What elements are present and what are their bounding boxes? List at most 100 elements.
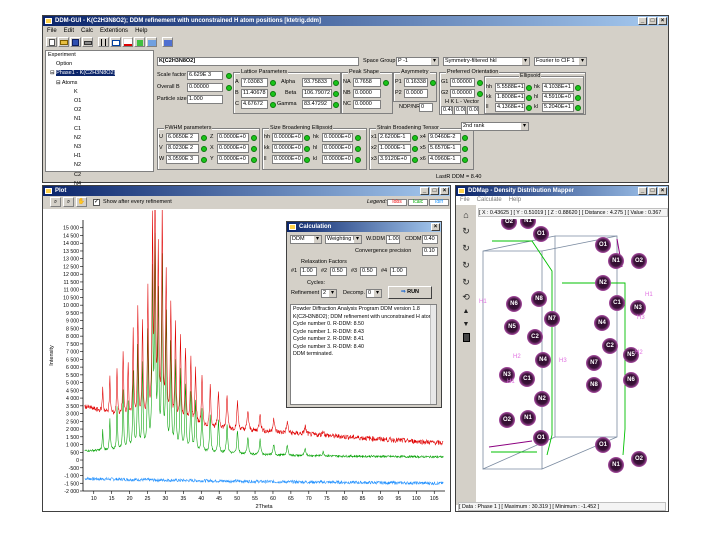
hl-input[interactable]: 4.5910E+0 xyxy=(542,93,574,102)
ll-input[interactable]: 4.1368E+1 xyxy=(495,103,525,112)
refine-flag-dot[interactable] xyxy=(412,146,418,152)
relax-2-input[interactable]: 0.50 xyxy=(330,267,347,276)
z-input[interactable]: 0.0000E+0 xyxy=(217,133,249,142)
lattice-c-input[interactable]: 4.67672 xyxy=(241,100,268,109)
zoom-in-button[interactable]: ⌕ xyxy=(50,197,61,207)
tree-item[interactable]: N3 xyxy=(48,143,153,152)
reset-icon[interactable]: ⟲ xyxy=(460,292,472,303)
y-input[interactable]: 0.0000E+0 xyxy=(217,155,249,164)
refine-flag-dot[interactable] xyxy=(304,157,310,163)
tree-item[interactable]: C1 xyxy=(48,125,153,134)
refine-flag-dot[interactable] xyxy=(270,91,276,97)
refine-flag-dot[interactable] xyxy=(412,135,418,141)
relax-4-input[interactable]: 1.00 xyxy=(390,267,407,276)
lattice-alpha-input[interactable]: 93.75833 xyxy=(302,78,332,87)
refine-flag-dot[interactable] xyxy=(304,135,310,141)
refine-flag-dot[interactable] xyxy=(430,80,436,86)
refine-flag-dot[interactable] xyxy=(333,102,339,108)
refine-flag-dot[interactable] xyxy=(383,80,389,86)
refine-flag-dot[interactable] xyxy=(226,85,232,91)
na-input[interactable]: 0.7658 xyxy=(353,78,381,87)
lattice-a-input[interactable]: 7.03083 xyxy=(241,78,268,87)
log-scrollbar[interactable] xyxy=(430,305,436,404)
tool-button-5[interactable] xyxy=(98,37,109,47)
relax-3-input[interactable]: 0.50 xyxy=(360,267,377,276)
atom-marker[interactable]: O1 xyxy=(595,437,611,453)
phase-name-field[interactable]: K[C2H3N8O2] xyxy=(157,57,359,66)
refine-flag-dot[interactable] xyxy=(526,85,532,91)
refinement-cycles-select[interactable]: 2 xyxy=(321,289,337,298)
size-hl-input[interactable]: 0.0000E+0 xyxy=(322,144,353,153)
k-vector-input[interactable]: 0.00 xyxy=(454,106,466,115)
convergence-input[interactable]: 0.10 xyxy=(422,247,438,256)
g2-input[interactable]: 0.00000 xyxy=(450,89,475,98)
atom-marker[interactable]: N2 xyxy=(534,391,550,407)
cddm-input[interactable]: 0.40 xyxy=(422,235,438,244)
symmetry-mode-select[interactable]: Symmetry-filtered hkl xyxy=(443,57,530,66)
menu-file[interactable]: File xyxy=(460,197,470,203)
arrow-up-icon[interactable]: ▲ xyxy=(460,306,472,317)
atom-marker[interactable]: N1 xyxy=(608,457,624,473)
tool-button-8[interactable] xyxy=(134,37,145,47)
atom-marker[interactable]: N1 xyxy=(520,410,536,426)
refine-flag-dot[interactable] xyxy=(201,146,207,152)
atom-marker[interactable]: N8 xyxy=(531,291,547,307)
strain-x5-input[interactable]: 5.6570E-1 xyxy=(428,144,461,153)
u-input[interactable]: 6.0650E 2 xyxy=(166,133,199,142)
atom-marker[interactable]: C1 xyxy=(519,371,535,387)
kk-input[interactable]: 1.8008E+1 xyxy=(495,93,525,102)
menu-help[interactable]: Help xyxy=(509,197,521,203)
strain-x4-input[interactable]: 9.0460E-2 xyxy=(428,133,461,142)
tree-item[interactable]: Experiment xyxy=(48,51,153,60)
atom-marker[interactable]: N5 xyxy=(504,319,520,335)
overall-b-input[interactable]: 0.00000 xyxy=(187,83,223,92)
tree-item[interactable]: C2 xyxy=(48,171,153,180)
atom-marker[interactable]: N4 xyxy=(535,352,551,368)
tree-item[interactable]: O1 xyxy=(48,97,153,106)
refine-flag-dot[interactable] xyxy=(526,95,532,101)
refine-flag-dot[interactable] xyxy=(477,80,483,86)
refine-flag-dot[interactable] xyxy=(201,157,207,163)
rotate-y-icon[interactable]: ↻ xyxy=(460,243,472,254)
menu-extentions[interactable]: Extentions xyxy=(100,28,128,34)
refine-flag-dot[interactable] xyxy=(575,85,581,91)
menu-help[interactable]: Help xyxy=(135,28,147,34)
size-kk-input[interactable]: 0.0000E+0 xyxy=(272,144,303,153)
space-group-select[interactable]: P -1 xyxy=(396,57,439,66)
atom-marker[interactable]: N3 xyxy=(630,300,646,316)
refine-flag-dot[interactable] xyxy=(462,135,468,141)
minimize-button[interactable]: _ xyxy=(638,187,647,195)
menu-calculate[interactable]: Calculate xyxy=(477,197,502,203)
atom-marker[interactable]: O1 xyxy=(533,430,549,446)
g1-input[interactable]: 0.00000 xyxy=(450,78,475,87)
x-input[interactable]: 0.0000E+0 xyxy=(217,144,249,153)
refine-flag-dot[interactable] xyxy=(477,91,483,97)
arrow-down-icon[interactable]: ▼ xyxy=(460,319,472,330)
atom-marker[interactable]: O2 xyxy=(499,412,515,428)
rotate-3d-icon[interactable]: ↻ xyxy=(460,277,472,288)
relax-1-input[interactable]: 1.00 xyxy=(300,267,317,276)
atom-marker[interactable]: O1 xyxy=(533,226,549,242)
atom-marker[interactable]: N8 xyxy=(586,377,602,393)
particle-size-input[interactable]: 1.000 xyxy=(187,95,223,104)
atom-marker[interactable]: O2 xyxy=(631,253,647,269)
size-kl-input[interactable]: 0.0000E+0 xyxy=(322,155,353,164)
atom-marker[interactable]: N2 xyxy=(595,275,611,291)
close-button[interactable]: × xyxy=(431,223,440,231)
tree-item[interactable]: Option xyxy=(48,60,153,69)
w-input[interactable]: 3.0590E 3 xyxy=(166,155,199,164)
weighting-select[interactable]: Weighting 0 xyxy=(325,235,362,244)
refine-flag-dot[interactable] xyxy=(201,135,207,141)
tool-button-7[interactable] xyxy=(122,37,133,47)
atom-marker[interactable]: N6 xyxy=(506,296,522,312)
refine-flag-dot[interactable] xyxy=(462,146,468,152)
close-button[interactable]: × xyxy=(658,17,667,25)
tree-item[interactable]: N2 xyxy=(48,161,153,170)
refine-flag-dot[interactable] xyxy=(251,135,257,141)
h-vector-input[interactable]: 0.40 xyxy=(441,106,453,115)
kl-input[interactable]: 5.2040E+1 xyxy=(542,103,574,112)
maximize-button[interactable]: □ xyxy=(648,17,657,25)
refine-flag-dot[interactable] xyxy=(270,80,276,86)
atom-marker[interactable]: O1 xyxy=(595,237,611,253)
atom-marker[interactable]: N1 xyxy=(608,253,624,269)
